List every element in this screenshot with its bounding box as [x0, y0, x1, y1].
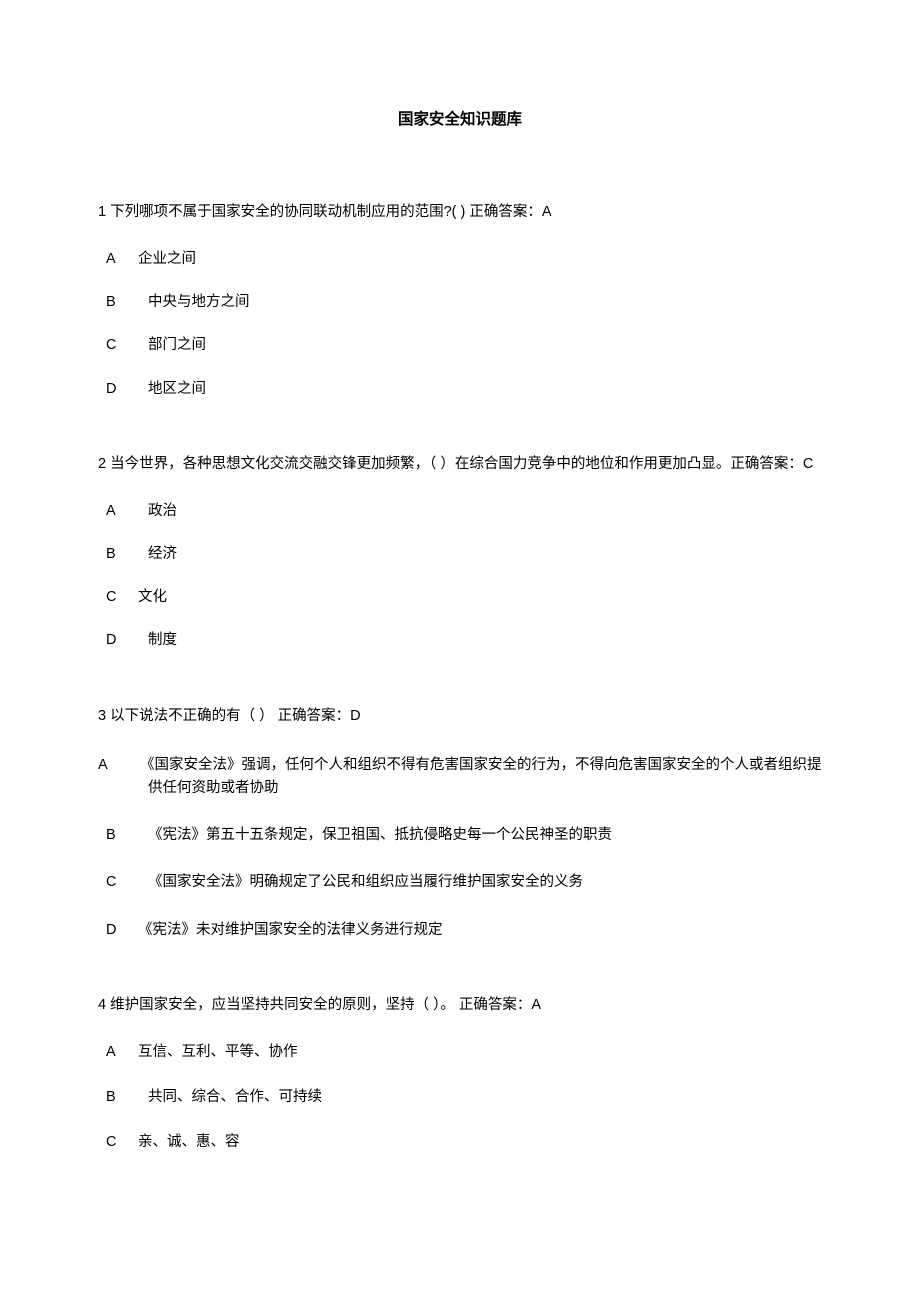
question-body: 当今世界，各种思想文化交流交融交锋更加频繁，（ ）在综合国力竞争中的地位和作用更… [110, 456, 813, 472]
option-d: D地区之间 [98, 378, 822, 401]
option-b: B中央与地方之间 [98, 291, 822, 314]
option-letter: A [98, 754, 140, 777]
question-text: 2 当今世界，各种思想文化交流交融交锋更加频繁，（ ）在综合国力竞争中的地位和作… [98, 453, 822, 476]
option-text: 政治 [148, 503, 177, 519]
question-number: 4 [98, 997, 106, 1013]
option-text: 《国家安全法》明确规定了公民和组织应当履行维护国家安全的义务 [148, 874, 583, 890]
option-a: A企业之间 [98, 248, 822, 271]
question-text: 1 下列哪项不属于国家安全的协同联动机制应用的范围?( ) 正确答案：A [98, 201, 822, 224]
question-body: 下列哪项不属于国家安全的协同联动机制应用的范围?( ) 正确答案：A [110, 204, 551, 220]
option-letter: A [106, 248, 138, 271]
option-text: 制度 [148, 632, 177, 648]
option-text: 《国家安全法》强调，任何个人和组织不得有危害国家安全的行为，不得向危害国家安全的… [140, 757, 822, 796]
option-d: D《宪法》未对维护国家安全的法律义务进行规定 [98, 919, 822, 942]
option-letter: A [106, 500, 148, 523]
option-b: B经济 [98, 543, 822, 566]
option-letter: C [106, 586, 138, 609]
document-title: 国家安全知识题库 [98, 108, 822, 133]
option-a: A政治 [98, 500, 822, 523]
option-letter: B [106, 543, 148, 566]
option-text: 互信、互利、平等、协作 [138, 1044, 298, 1060]
option-letter: D [106, 378, 148, 401]
question-block-3: 3 以下说法不正确的有（ ） 正确答案：D A《国家安全法》强调，任何个人和组织… [98, 705, 822, 942]
option-letter: C [106, 1131, 138, 1154]
option-text: 部门之间 [148, 337, 206, 353]
question-block-1: 1 下列哪项不属于国家安全的协同联动机制应用的范围?( ) 正确答案：A A企业… [98, 201, 822, 401]
question-block-2: 2 当今世界，各种思想文化交流交融交锋更加频繁，（ ）在综合国力竞争中的地位和作… [98, 453, 822, 653]
option-letter: D [106, 629, 148, 652]
option-letter: C [106, 334, 148, 357]
option-c: C《国家安全法》明确规定了公民和组织应当履行维护国家安全的义务 [98, 871, 822, 894]
option-text: 企业之间 [138, 251, 196, 267]
option-text: 《宪法》未对维护国家安全的法律义务进行规定 [138, 922, 443, 938]
option-a: A互信、互利、平等、协作 [98, 1041, 822, 1064]
option-text: 《宪法》第五十五条规定，保卫祖国、抵抗侵略史每一个公民神圣的职责 [148, 827, 612, 843]
option-c: C亲、诚、惠、容 [98, 1131, 822, 1154]
option-text: 经济 [148, 546, 177, 562]
option-letter: D [106, 919, 138, 942]
question-number: 2 [98, 456, 106, 472]
option-text: 地区之间 [148, 381, 206, 397]
option-text: 中央与地方之间 [148, 294, 250, 310]
question-text: 3 以下说法不正确的有（ ） 正确答案：D [98, 705, 822, 728]
question-number: 1 [98, 204, 106, 220]
option-letter: B [106, 291, 148, 314]
option-d: D制度 [98, 629, 822, 652]
option-c: C文化 [98, 586, 822, 609]
option-b: B《宪法》第五十五条规定，保卫祖国、抵抗侵略史每一个公民神圣的职责 [98, 824, 822, 847]
option-letter: C [106, 871, 148, 894]
question-block-4: 4 维护国家安全，应当坚持共同安全的原则，坚持（ ）。 正确答案：A A互信、互… [98, 994, 822, 1155]
question-body: 以下说法不正确的有（ ） 正确答案：D [110, 708, 361, 724]
question-body: 维护国家安全，应当坚持共同安全的原则，坚持（ ）。 正确答案：A [110, 997, 541, 1013]
option-text: 亲、诚、惠、容 [138, 1134, 240, 1150]
option-text: 共同、综合、合作、可持续 [148, 1089, 322, 1105]
option-text: 文化 [138, 589, 167, 605]
option-b: B共同、综合、合作、可持续 [98, 1086, 822, 1109]
option-c: C部门之间 [98, 334, 822, 357]
option-a: A《国家安全法》强调，任何个人和组织不得有危害国家安全的行为，不得向危害国家安全… [98, 754, 822, 800]
question-text: 4 维护国家安全，应当坚持共同安全的原则，坚持（ ）。 正确答案：A [98, 994, 822, 1017]
option-letter: B [106, 1086, 148, 1109]
option-letter: A [106, 1041, 138, 1064]
question-number: 3 [98, 708, 106, 724]
option-letter: B [106, 824, 148, 847]
